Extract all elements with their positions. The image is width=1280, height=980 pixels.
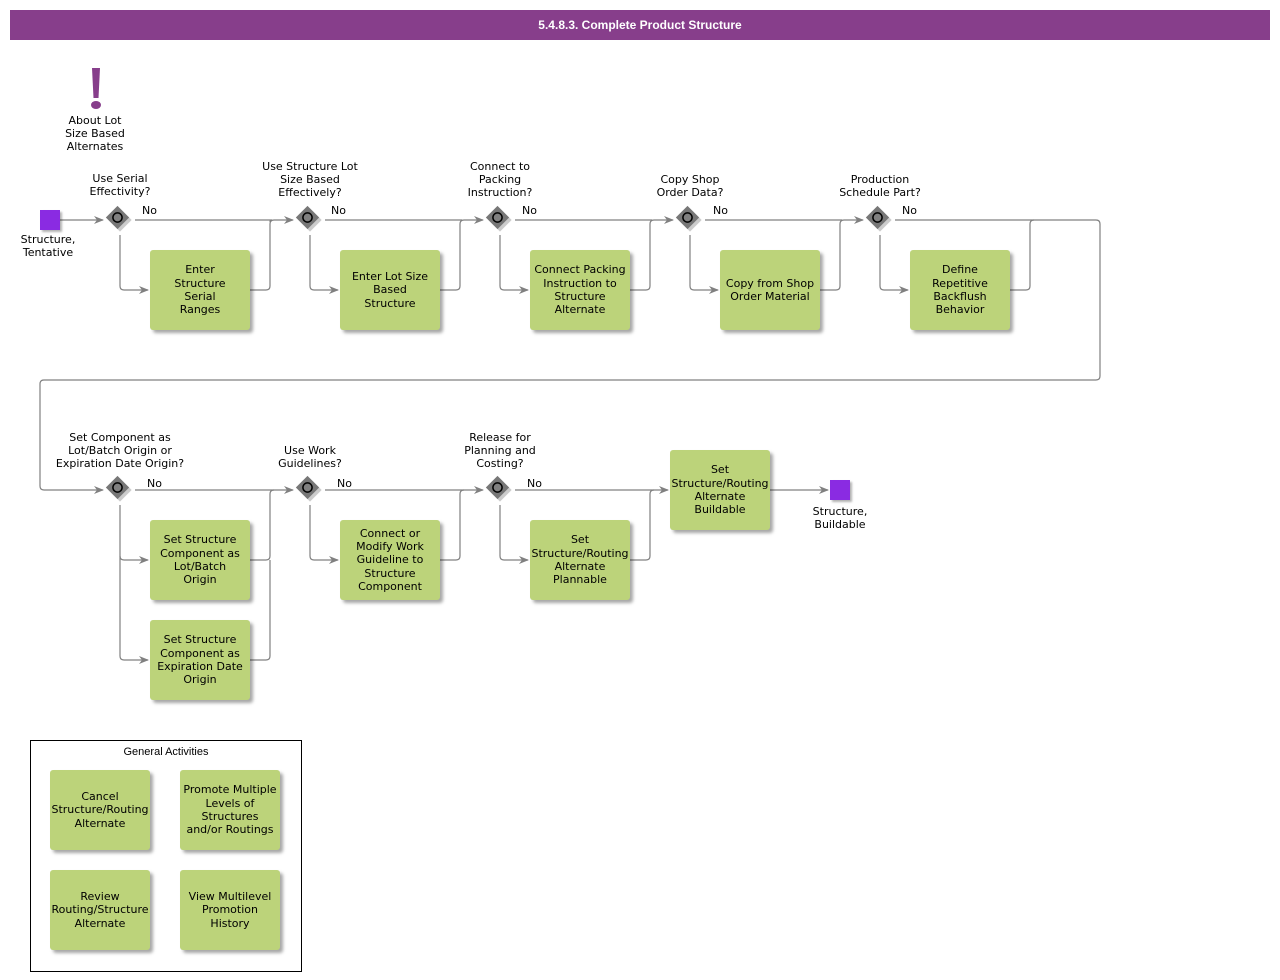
branch-label-no: No (902, 204, 917, 217)
flow-gw6-yes-a (119, 505, 149, 564)
flow-t2-out (440, 216, 484, 291)
flow-gw2-yes (309, 235, 339, 294)
gateway-circle-icon (112, 482, 123, 493)
task-set-lot-batch-origin[interactable]: Set Structure Component as Lot/Batch Ori… (150, 520, 250, 600)
exclusive-gateway[interactable] (485, 475, 515, 505)
flow-t5-out (1010, 219, 1035, 291)
task-connect-work-guideline[interactable]: Connect or Modify Work Guideline to Stru… (340, 520, 440, 600)
branch-label-no: No (331, 204, 346, 217)
flow-t4-out (820, 216, 864, 291)
branch-label-no: No (147, 477, 162, 490)
flow-t8-out (440, 489, 465, 561)
gateway-question: Release for Planning and Costing? (464, 431, 536, 470)
gateway-circle-icon (492, 212, 503, 223)
flow-gw1-yes (119, 235, 149, 294)
gateway-circle-icon (302, 482, 313, 493)
task-cancel-alternate[interactable]: Cancel Structure/Routing Alternate (50, 770, 150, 850)
branch-label-no: No (527, 477, 542, 490)
gateway-question: Set Component as Lot/Batch Origin or Exp… (55, 431, 185, 470)
start-event[interactable] (40, 210, 60, 230)
branch-label-no: No (337, 477, 352, 490)
gateway-circle-icon (302, 212, 313, 223)
gateway-question: Connect to Packing Instruction? (467, 160, 533, 199)
flow-gw7-yes (309, 505, 339, 564)
flow-t9-out (630, 489, 655, 561)
gateway-question: Use Serial Effectivity? (89, 172, 151, 198)
gateway-question: Copy Shop Order Data? (656, 173, 724, 199)
flow-t1-out (250, 216, 294, 291)
flow-gw6-yes-b (119, 556, 149, 664)
end-event-label: Structure, Buildable (812, 505, 868, 531)
end-event[interactable] (830, 480, 850, 500)
exclusive-gateway[interactable] (105, 205, 135, 235)
flow-gw8-yes (499, 505, 529, 564)
gateway-circle-icon (112, 212, 123, 223)
flow-t3-out (630, 216, 674, 291)
exclusive-gateway[interactable] (865, 205, 895, 235)
gateway-circle-icon (492, 482, 503, 493)
flow-gw5-yes (879, 235, 909, 294)
exclusive-gateway[interactable] (105, 475, 135, 505)
gateway-question: Use Work Guidelines? (278, 444, 342, 470)
exclusive-gateway[interactable] (485, 205, 515, 235)
exclusive-gateway[interactable] (295, 205, 325, 235)
task-set-alternate-buildable[interactable]: Set Structure/Routing Alternate Buildabl… (670, 450, 770, 530)
task-promote-multiple-levels[interactable]: Promote Multiple Levels of Structures an… (180, 770, 280, 850)
task-define-repetitive-backflush[interactable]: Define Repetitive Backflush Behavior (910, 250, 1010, 330)
branch-label-no: No (522, 204, 537, 217)
flow-t6-out (250, 489, 275, 561)
flow-gw3-yes (499, 235, 529, 294)
task-enter-lot-size-based-structure[interactable]: Enter Lot Size Based Structure (340, 250, 440, 330)
task-set-expiration-date-origin[interactable]: Set Structure Component as Expiration Da… (150, 620, 250, 700)
start-event-label: Structure, Tentative (20, 233, 76, 259)
exclusive-gateway[interactable] (675, 205, 705, 235)
flow-gw4-yes (689, 235, 719, 294)
task-review-alternate[interactable]: Review Routing/Structure Alternate (50, 870, 150, 950)
branch-label-no: No (142, 204, 157, 217)
task-enter-structure-serial-ranges[interactable]: Enter Structure Serial Ranges (150, 250, 250, 330)
task-copy-from-shop-order-material[interactable]: Copy from Shop Order Material (720, 250, 820, 330)
exclamation-icon[interactable] (84, 66, 108, 112)
flow-t7-out (250, 560, 271, 661)
gateway-circle-icon (682, 212, 693, 223)
task-connect-packing-instruction[interactable]: Connect Packing Instruction to Structure… (530, 250, 630, 330)
exclusive-gateway[interactable] (295, 475, 325, 505)
gateway-circle-icon (872, 212, 883, 223)
annotation-label[interactable]: About Lot Size Based Alternates (55, 114, 135, 153)
gateway-question: Use Structure Lot Size Based Effectively… (262, 160, 358, 199)
general-activities-title: General Activities (123, 746, 209, 758)
gateway-question: Production Schedule Part? (839, 173, 921, 199)
branch-label-no: No (713, 204, 728, 217)
task-set-alternate-plannable[interactable]: Set Structure/Routing Alternate Plannabl… (530, 520, 630, 600)
task-view-promotion-history[interactable]: View Multilevel Promotion History (180, 870, 280, 950)
flow-gw1-no (135, 219, 273, 223)
